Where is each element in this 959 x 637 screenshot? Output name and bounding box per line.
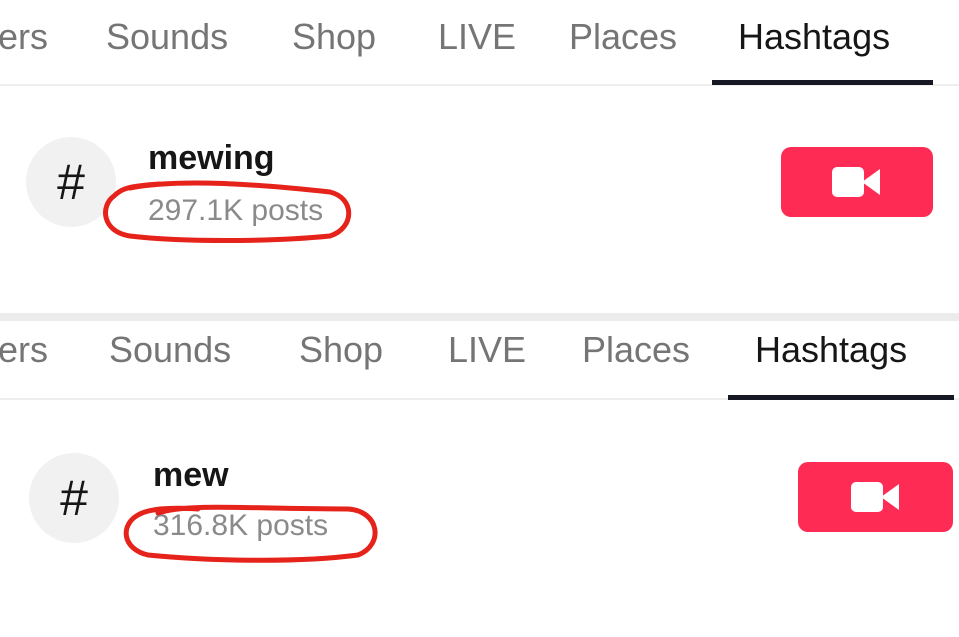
tab-hashtags[interactable]: Hashtags	[755, 329, 907, 371]
search-tab-bar: ers Sounds Shop LIVE Places Hashtags	[0, 321, 959, 400]
hashtag-post-count: 316.8K posts	[153, 509, 329, 542]
search-panel-mew: ers Sounds Shop LIVE Places Hashtags # m…	[0, 321, 959, 637]
tab-places[interactable]: Places	[582, 329, 690, 371]
tab-sounds[interactable]: Sounds	[106, 16, 228, 58]
screenshot-divider	[0, 313, 959, 321]
tab-shop[interactable]: Shop	[299, 329, 383, 371]
active-tab-indicator	[712, 80, 933, 85]
hashtag-post-count: 297.1K posts	[148, 194, 324, 227]
tab-users[interactable]: ers	[0, 329, 48, 371]
hashtag-name: mewing	[148, 139, 275, 177]
tab-hashtags[interactable]: Hashtags	[738, 16, 890, 58]
tab-places[interactable]: Places	[569, 16, 677, 58]
tab-shop[interactable]: Shop	[292, 16, 376, 58]
search-panel-mewing: ers Sounds Shop LIVE Places Hashtags # m…	[0, 0, 959, 312]
search-tab-bar: ers Sounds Shop LIVE Places Hashtags	[0, 0, 959, 86]
hashtag-name: mew	[153, 456, 229, 494]
tab-users[interactable]: ers	[0, 16, 48, 58]
video-camera-icon	[850, 482, 899, 512]
tab-sounds[interactable]: Sounds	[109, 329, 231, 371]
record-with-hashtag-button[interactable]	[781, 147, 933, 217]
tab-live[interactable]: LIVE	[448, 329, 526, 371]
hashtag-icon: #	[29, 453, 119, 543]
hashtag-result-row[interactable]: # mew 316.8K posts	[0, 400, 959, 637]
record-with-hashtag-button[interactable]	[798, 462, 953, 532]
hashtag-icon: #	[26, 137, 116, 227]
video-camera-icon	[832, 167, 880, 197]
hashtag-result-row[interactable]: # mewing 297.1K posts	[0, 86, 959, 312]
tab-live[interactable]: LIVE	[438, 16, 516, 58]
